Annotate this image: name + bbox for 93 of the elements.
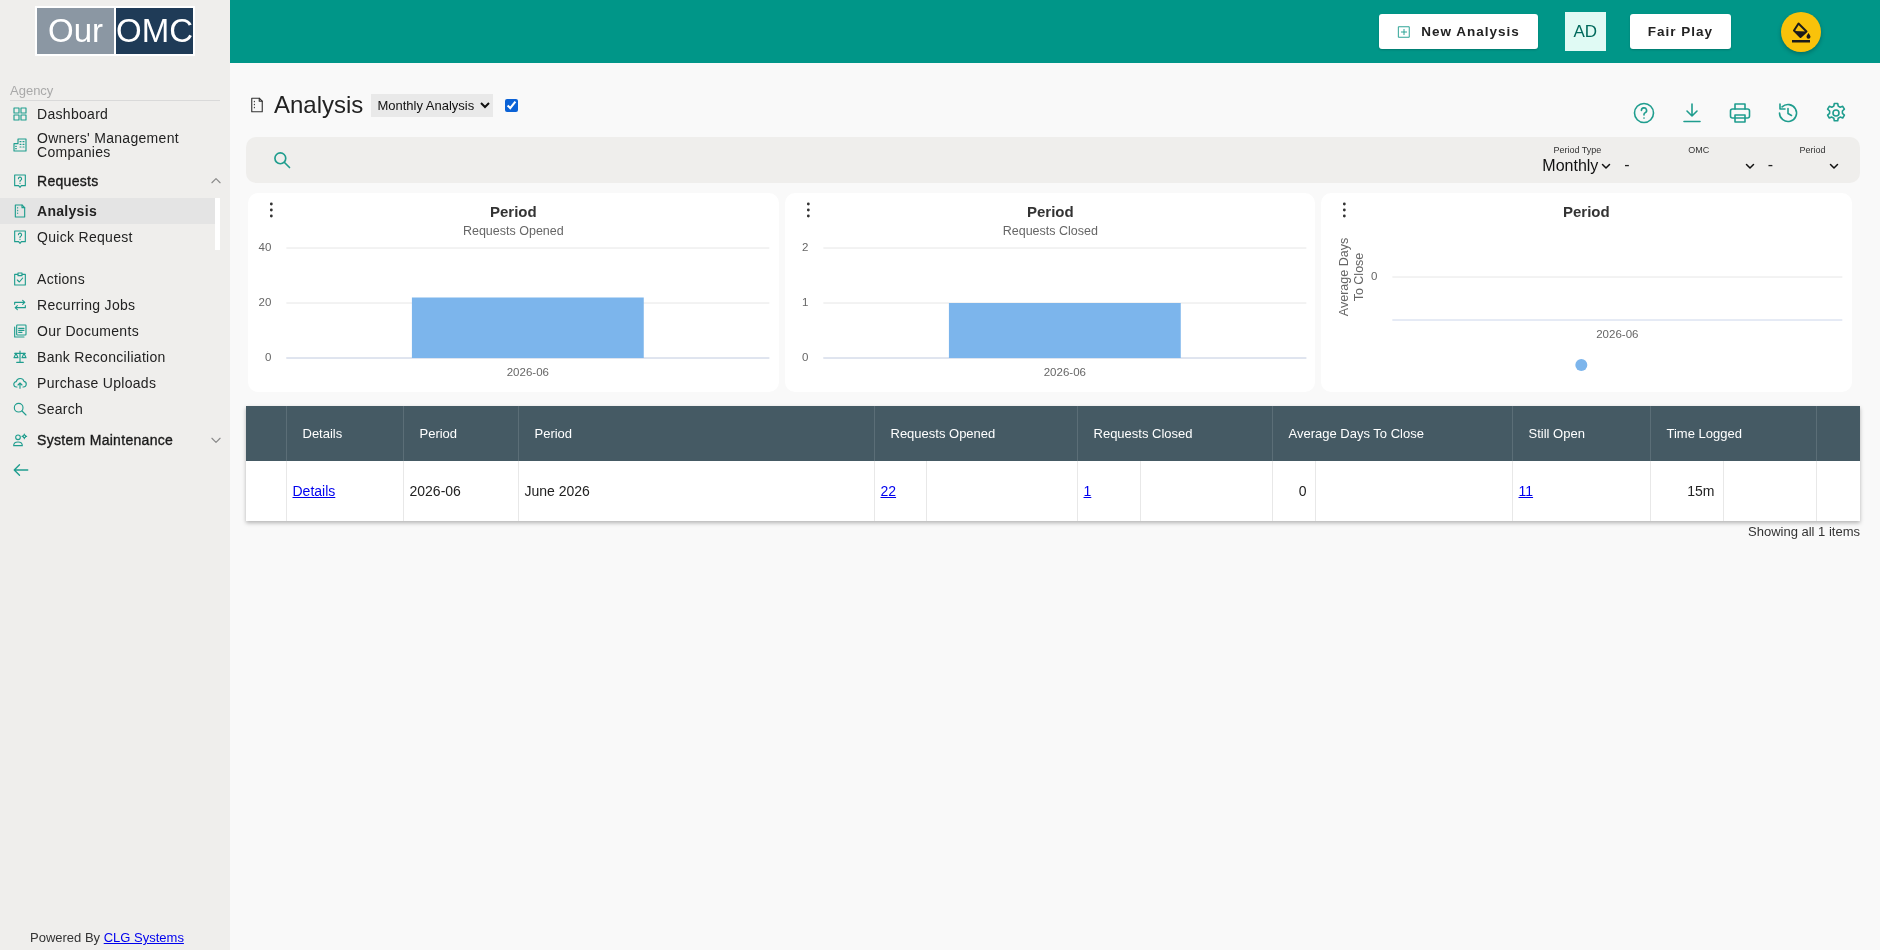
- chart-title: Period: [1563, 202, 1610, 220]
- y-tick-label: 0: [264, 351, 272, 364]
- table-link[interactable]: 22: [880, 483, 897, 499]
- field-label: Period Type: [1553, 144, 1602, 156]
- arrow-left-icon[interactable]: [12, 461, 30, 479]
- separator: -: [1623, 154, 1631, 174]
- nav-item[interactable]: Purchase Uploads: [0, 370, 230, 396]
- avatar[interactable]: AD: [1564, 12, 1606, 51]
- page-title: Analysis: [274, 91, 364, 119]
- checkbox[interactable]: [505, 98, 519, 112]
- nav-item[interactable]: Bank Reconciliation: [0, 344, 230, 370]
- legend-marker-icon[interactable]: [1575, 359, 1588, 371]
- column-header: Period: [403, 406, 518, 461]
- nav-item[interactable]: Our Documents: [0, 318, 230, 344]
- nav-item[interactable]: Dashboard: [0, 101, 230, 127]
- repeat-icon: [12, 297, 28, 313]
- nav-item[interactable]: Recurring Jobs: [0, 292, 230, 318]
- document-icon: [248, 95, 266, 115]
- x-tick-label: 2026-06: [1043, 366, 1086, 379]
- kebab-menu-icon[interactable]: [1343, 202, 1347, 218]
- footer-link[interactable]: CLG Systems: [103, 930, 184, 945]
- text-button[interactable]: Fair Play: [1629, 14, 1731, 49]
- y-axis-title: Average Days To Close: [1337, 237, 1367, 317]
- plus-square-icon: [1397, 24, 1412, 39]
- paint-bucket-icon: [1789, 19, 1813, 44]
- scale-icon: [12, 349, 28, 365]
- footer-text: Powered By CLG Systems: [29, 930, 184, 947]
- column-header: Details: [286, 406, 403, 461]
- logo[interactable]: Our OMC: [35, 6, 195, 56]
- y-tick-label: 0: [801, 351, 808, 364]
- search-icon: [12, 401, 28, 417]
- scrollbar-thumb[interactable]: [215, 198, 220, 250]
- column-header: Average Days To Close: [1272, 406, 1512, 461]
- settings-icon[interactable]: [1824, 101, 1848, 125]
- cloud-upload-icon: [12, 375, 28, 391]
- view-select[interactable]: Monthly Analysis: [371, 93, 494, 117]
- person-gear-icon: [12, 432, 28, 448]
- column-header: Requests Opened: [874, 406, 1077, 461]
- nav-item[interactable]: Actions: [0, 266, 230, 292]
- kebab-menu-icon[interactable]: [806, 202, 810, 218]
- table-cell: 0: [1272, 461, 1315, 521]
- nav-item[interactable]: Requests: [0, 168, 230, 194]
- item-count-text: Showing all 1 items: [1747, 523, 1860, 541]
- header-cell: [1816, 406, 1860, 461]
- column-header: Time Logged: [1650, 406, 1816, 461]
- table-link[interactable]: 11: [1518, 483, 1534, 499]
- question-box-icon: [12, 173, 28, 189]
- paint-bucket-button[interactable]: [1781, 11, 1821, 52]
- chart-subtitle: Requests Closed: [1002, 224, 1098, 239]
- documents-icon: [12, 323, 28, 339]
- download-icon[interactable]: [1680, 101, 1704, 125]
- chart-title: Period: [490, 202, 537, 220]
- dashboard-icon: [12, 106, 28, 122]
- nav-item[interactable]: System Maintenance: [0, 427, 230, 453]
- header-cell: [246, 406, 286, 461]
- kebab-menu-icon[interactable]: [269, 202, 273, 218]
- section-label: Agency: [10, 82, 54, 100]
- clipboard-check-icon: [12, 271, 28, 287]
- building-icon: [12, 137, 28, 153]
- x-tick-label: 2026-06: [1596, 328, 1639, 341]
- table-cell: June 2026: [518, 461, 874, 521]
- table-cell: 2026-06: [403, 461, 518, 521]
- y-tick-label: 2: [801, 241, 808, 254]
- y-tick-label: 40: [258, 241, 272, 254]
- chart-subtitle: Requests Opened: [462, 224, 564, 239]
- help-icon[interactable]: [1632, 101, 1656, 125]
- field-label: Period: [1799, 144, 1826, 156]
- nav-item[interactable]: Owners' Management Companies: [0, 127, 230, 163]
- table-link[interactable]: Details: [292, 483, 336, 499]
- nav-item[interactable]: Analysis: [0, 198, 215, 224]
- history-icon[interactable]: [1776, 101, 1800, 125]
- logo-text: OMC: [116, 8, 193, 54]
- table-cell: 15m: [1650, 461, 1723, 521]
- nav-item[interactable]: Search: [0, 396, 230, 422]
- printer-icon[interactable]: [1728, 101, 1752, 125]
- table-link[interactable]: 1: [1083, 483, 1092, 499]
- question-box-icon: [12, 229, 28, 245]
- x-tick-label: 2026-06: [506, 366, 549, 379]
- column-header: Requests Closed: [1077, 406, 1272, 461]
- y-tick-label: 20: [258, 296, 272, 309]
- field-label: OMC: [1688, 144, 1710, 156]
- separator: -: [1766, 154, 1774, 174]
- document-icon: [12, 203, 28, 219]
- y-tick-label: 1: [801, 296, 808, 309]
- column-header: Still Open: [1512, 406, 1650, 461]
- add-button[interactable]: New Analysis: [1379, 14, 1538, 49]
- dropdown[interactable]: Monthly: [1542, 155, 1613, 176]
- chart-title: Period: [1026, 202, 1074, 220]
- search-icon[interactable]: [272, 150, 292, 170]
- y-tick-label: 0: [1371, 270, 1378, 283]
- nav-item[interactable]: Quick Request: [0, 224, 215, 250]
- logo-text: Our: [37, 8, 114, 54]
- column-header: Period: [518, 406, 874, 461]
